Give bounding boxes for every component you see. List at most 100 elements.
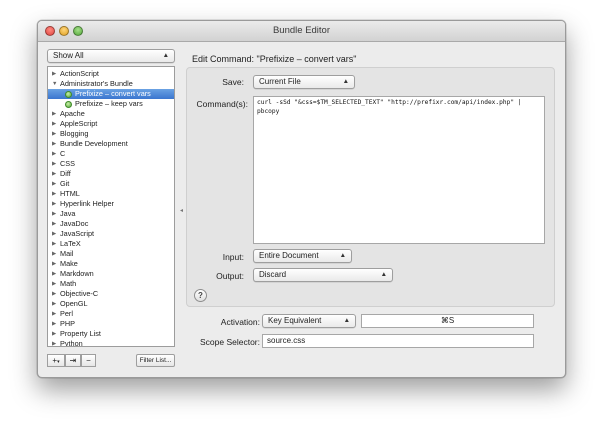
disclosure-closed-icon[interactable]: ▶ [52,119,56,129]
bundle-item[interactable]: ▶ Math [48,279,174,289]
disclosure-closed-icon[interactable]: ▶ [52,189,56,199]
list-item-label: Prefixize – convert vars [75,89,151,98]
bundle-item[interactable]: ▶ CSS [48,159,174,169]
list-item-label: Blogging [60,129,89,138]
disclosure-closed-icon[interactable]: ▶ [52,309,56,319]
list-item-label: CSS [60,159,76,168]
help-button[interactable]: ? [194,289,207,302]
activation-popup[interactable]: Key Equivalent ▲ [262,314,356,328]
output-popup[interactable]: Discard ▲ [253,268,393,282]
remove-button[interactable]: − [81,354,96,367]
bundle-item[interactable]: ▶ Property List [48,329,174,339]
command-text-area[interactable]: curl -sSd "&css=$TM_SELECTED_TEXT" "http… [253,96,545,244]
remove-button-label: − [86,356,91,365]
bundle-item[interactable]: ▶ JavaDoc [48,219,174,229]
input-popup-arrows-icon: ▲ [339,252,346,259]
disclosure-closed-icon[interactable]: ▶ [52,139,56,149]
bundle-item[interactable]: ▶ Blogging [48,129,174,139]
list-item-label: ActionScript [60,69,99,78]
disclosure-closed-icon[interactable]: ▶ [52,339,56,346]
bundle-item[interactable]: ▶ Bundle Development [48,139,174,149]
save-label: Save: [222,77,244,87]
bundle-item[interactable]: ▶ Diff [48,169,174,179]
disclosure-closed-icon[interactable]: ▶ [52,109,56,119]
add-button[interactable]: +▾ [47,354,65,367]
output-label: Output: [216,271,244,281]
disclosure-closed-icon[interactable]: ▶ [52,219,56,229]
disclosure-closed-icon[interactable]: ▶ [52,279,56,289]
bundle-item[interactable]: ▶ Hyperlink Helper [48,199,174,209]
disclosure-closed-icon[interactable]: ▶ [52,179,56,189]
disclosure-closed-icon[interactable]: ▶ [52,149,56,159]
command-item[interactable]: Prefixize – convert vars [48,89,174,99]
list-item-label: Make [60,259,78,268]
bundle-item[interactable]: ▶ JavaScript [48,229,174,239]
scope-selector-field[interactable]: source.css [262,334,534,348]
disclosure-closed-icon[interactable]: ▶ [52,319,56,329]
key-equivalent-field[interactable]: ⌘S [361,314,534,328]
disclosure-closed-icon[interactable]: ▶ [52,129,56,139]
add-menu-arrow-icon: ▾ [57,359,60,365]
bundle-item[interactable]: ▶ Markdown [48,269,174,279]
list-item-label: Property List [60,329,101,338]
disclosure-closed-icon[interactable]: ▶ [52,229,56,239]
list-item-label: HTML [60,189,80,198]
bundle-item[interactable]: ▶ Mail [48,249,174,259]
bundle-item[interactable]: ▶ AppleScript [48,119,174,129]
bundle-list[interactable]: ▶ ActionScript ▼ Administrator's Bundle Pref… [47,66,175,347]
bundle-item[interactable]: ▼ Administrator's Bundle [48,79,174,89]
bundle-editor-window: Bundle Editor Show All ▲ ▶ ActionScript ▼ A… [37,20,566,378]
disclosure-closed-icon[interactable]: ▶ [52,289,56,299]
bundle-item[interactable]: ▶ ActionScript [48,69,174,79]
bundle-item[interactable]: ▶ LaTeX [48,239,174,249]
command-icon [65,101,72,108]
command-item[interactable]: Prefixize – keep vars [48,99,174,109]
bundle-item[interactable]: ▶ C [48,149,174,159]
scope-selector-value: source.css [267,336,306,345]
disclosure-closed-icon[interactable]: ▶ [52,329,56,339]
bundle-item[interactable]: ▶ Apache [48,109,174,119]
window-title: Bundle Editor [272,25,331,36]
bundle-item[interactable]: ▶ Java [48,209,174,219]
bundle-item[interactable]: ▶ Objective-C [48,289,174,299]
bundle-item[interactable]: ▶ Perl [48,309,174,319]
disclosure-closed-icon[interactable]: ▶ [52,249,56,259]
input-value: Entire Document [259,251,319,260]
list-item-label: Apache [60,109,85,118]
show-filter-value: Show All [53,51,84,60]
list-item-label: Git [60,179,70,188]
bundle-item[interactable]: ▶ Python [48,339,174,346]
save-popup-arrows-icon: ▲ [342,78,349,85]
list-item-label: LaTeX [60,239,81,248]
disclosure-closed-icon[interactable]: ▶ [52,299,56,309]
disclosure-closed-icon[interactable]: ▶ [52,239,56,249]
bundle-item[interactable]: ▶ OpenGL [48,299,174,309]
bundle-item[interactable]: ▶ Make [48,259,174,269]
bundle-item[interactable]: ▶ Git [48,179,174,189]
save-popup[interactable]: Current File ▲ [253,75,355,89]
list-item-label: PHP [60,319,76,328]
disclosure-closed-icon[interactable]: ▶ [52,169,56,179]
splitter-handle-icon[interactable]: ◂ [180,207,183,214]
disclosure-closed-icon[interactable]: ▶ [52,69,56,79]
list-item-label: Math [60,279,77,288]
title-bar[interactable]: Bundle Editor [38,21,565,42]
show-filter-popup[interactable]: Show All ▲ [47,49,175,63]
list-item-label: Administrator's Bundle [60,79,133,88]
activation-value: Key Equivalent [268,316,322,325]
disclosure-closed-icon[interactable]: ▶ [52,199,56,209]
filter-list-button[interactable]: Filter List... [136,354,175,367]
bundle-item[interactable]: ▶ PHP [48,319,174,329]
disclosure-closed-icon[interactable]: ▶ [52,259,56,269]
disclosure-closed-icon[interactable]: ▶ [52,269,56,279]
bundle-item[interactable]: ▶ HTML [48,189,174,199]
input-popup[interactable]: Entire Document ▲ [253,249,352,263]
disclosure-closed-icon[interactable]: ▶ [52,159,56,169]
action-button[interactable]: ⇥ [65,354,81,367]
help-button-label: ? [198,291,203,300]
activation-label: Activation: [220,317,260,327]
list-item-label: Perl [60,309,73,318]
commands-label: Command(s): [196,99,248,109]
disclosure-closed-icon[interactable]: ▶ [52,209,56,219]
disclosure-open-icon[interactable]: ▼ [52,79,57,89]
